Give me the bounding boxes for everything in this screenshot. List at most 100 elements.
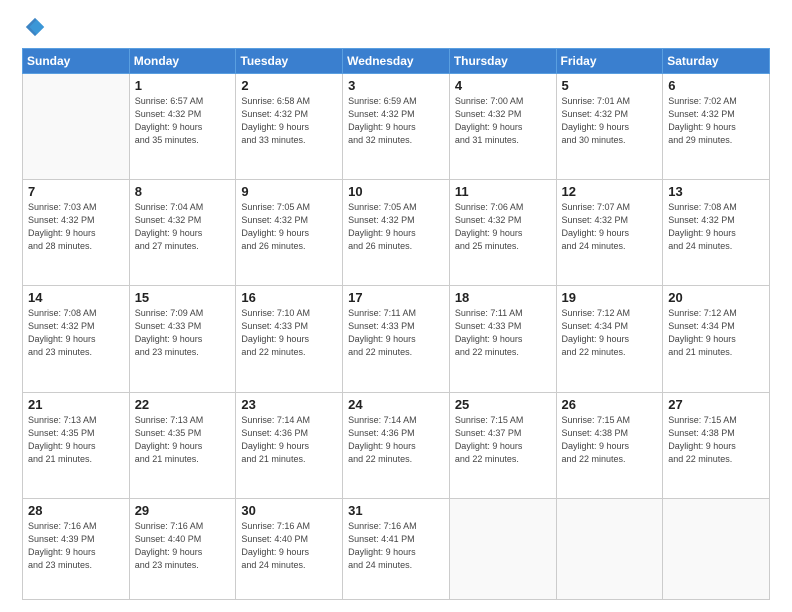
day-info: Sunrise: 7:08 AMSunset: 4:32 PMDaylight:… <box>668 201 764 253</box>
calendar-cell: 17Sunrise: 7:11 AMSunset: 4:33 PMDayligh… <box>343 286 450 392</box>
weekday-header-sunday: Sunday <box>23 49 130 74</box>
day-info: Sunrise: 7:00 AMSunset: 4:32 PMDaylight:… <box>455 95 551 147</box>
day-number: 11 <box>455 184 551 199</box>
calendar-cell: 30 Sunrise: 7:16 AMSunset: 4:40 PMDayligh… <box>236 498 343 599</box>
day-number: 13 <box>668 184 764 199</box>
day-info: Sunrise: 7:05 AMSunset: 4:32 PMDaylight:… <box>241 201 337 253</box>
day-number: 28 <box>28 503 124 518</box>
calendar-cell: 25Sunrise: 7:15 AMSunset: 4:37 PMDayligh… <box>449 392 556 498</box>
calendar-cell: 22 Sunrise: 7:13 AMSunset: 4:35 PMDayligh… <box>129 392 236 498</box>
day-info: Sunrise: 7:10 AMSunset: 4:33 PMDaylight:… <box>241 307 337 359</box>
day-number: 21 <box>28 397 124 412</box>
calendar-week-row: 7Sunrise: 7:03 AMSunset: 4:32 PMDaylight… <box>23 180 770 286</box>
day-number: 20 <box>668 290 764 305</box>
calendar-cell: 7Sunrise: 7:03 AMSunset: 4:32 PMDaylight… <box>23 180 130 286</box>
calendar-cell: 14 Sunrise: 7:08 AMSunset: 4:32 PMDayligh… <box>23 286 130 392</box>
calendar-cell: 8 Sunrise: 7:04 AMSunset: 4:32 PMDaylight… <box>129 180 236 286</box>
day-info: Sunrise: 7:03 AMSunset: 4:32 PMDaylight:… <box>28 201 124 253</box>
calendar-cell: 15 Sunrise: 7:09 AMSunset: 4:33 PMDayligh… <box>129 286 236 392</box>
calendar-cell: 29Sunrise: 7:16 AMSunset: 4:40 PMDayligh… <box>129 498 236 599</box>
calendar-cell <box>449 498 556 599</box>
weekday-header-saturday: Saturday <box>663 49 770 74</box>
calendar-cell: 24Sunrise: 7:14 AMSunset: 4:36 PMDayligh… <box>343 392 450 498</box>
day-info: Sunrise: 7:15 AMSunset: 4:37 PMDaylight:… <box>455 414 551 466</box>
calendar-cell: 20 Sunrise: 7:12 AMSunset: 4:34 PMDayligh… <box>663 286 770 392</box>
weekday-header-wednesday: Wednesday <box>343 49 450 74</box>
day-info: Sunrise: 7:04 AMSunset: 4:32 PMDaylight:… <box>135 201 231 253</box>
day-number: 2 <box>241 78 337 93</box>
day-number: 12 <box>562 184 658 199</box>
day-info: Sunrise: 7:12 AMSunset: 4:34 PMDaylight:… <box>562 307 658 359</box>
day-number: 31 <box>348 503 444 518</box>
calendar-cell: 16 Sunrise: 7:10 AMSunset: 4:33 PMDayligh… <box>236 286 343 392</box>
calendar-cell: 4 Sunrise: 7:00 AMSunset: 4:32 PMDaylight… <box>449 74 556 180</box>
day-info: Sunrise: 7:01 AMSunset: 4:32 PMDaylight:… <box>562 95 658 147</box>
day-number: 5 <box>562 78 658 93</box>
calendar-cell: 10 Sunrise: 7:05 AMSunset: 4:32 PMDayligh… <box>343 180 450 286</box>
calendar-cell: 18 Sunrise: 7:11 AMSunset: 4:33 PMDayligh… <box>449 286 556 392</box>
day-info: Sunrise: 7:11 AMSunset: 4:33 PMDaylight:… <box>348 307 444 359</box>
weekday-header-friday: Friday <box>556 49 663 74</box>
day-number: 19 <box>562 290 658 305</box>
day-number: 23 <box>241 397 337 412</box>
day-number: 9 <box>241 184 337 199</box>
logo <box>22 18 46 38</box>
day-number: 10 <box>348 184 444 199</box>
day-number: 27 <box>668 397 764 412</box>
day-info: Sunrise: 7:16 AMSunset: 4:40 PMDaylight:… <box>241 520 337 572</box>
day-number: 22 <box>135 397 231 412</box>
logo-icon <box>24 16 46 38</box>
calendar-cell: 11 Sunrise: 7:06 AMSunset: 4:32 PMDayligh… <box>449 180 556 286</box>
weekday-header-row: SundayMondayTuesdayWednesdayThursdayFrid… <box>23 49 770 74</box>
day-info: Sunrise: 7:06 AMSunset: 4:32 PMDaylight:… <box>455 201 551 253</box>
calendar-cell: 31 Sunrise: 7:16 AMSunset: 4:41 PMDayligh… <box>343 498 450 599</box>
day-info: Sunrise: 7:02 AMSunset: 4:32 PMDaylight:… <box>668 95 764 147</box>
day-info: Sunrise: 6:59 AMSunset: 4:32 PMDaylight:… <box>348 95 444 147</box>
calendar-cell <box>23 74 130 180</box>
day-info: Sunrise: 7:05 AMSunset: 4:32 PMDaylight:… <box>348 201 444 253</box>
calendar-week-row: 1Sunrise: 6:57 AMSunset: 4:32 PMDaylight… <box>23 74 770 180</box>
day-info: Sunrise: 7:08 AMSunset: 4:32 PMDaylight:… <box>28 307 124 359</box>
day-number: 26 <box>562 397 658 412</box>
day-number: 6 <box>668 78 764 93</box>
day-number: 1 <box>135 78 231 93</box>
calendar-cell <box>556 498 663 599</box>
calendar-cell: 23 Sunrise: 7:14 AMSunset: 4:36 PMDayligh… <box>236 392 343 498</box>
calendar-cell: 5 Sunrise: 7:01 AMSunset: 4:32 PMDaylight… <box>556 74 663 180</box>
day-number: 16 <box>241 290 337 305</box>
day-info: Sunrise: 7:07 AMSunset: 4:32 PMDaylight:… <box>562 201 658 253</box>
day-number: 30 <box>241 503 337 518</box>
day-info: Sunrise: 7:14 AMSunset: 4:36 PMDaylight:… <box>348 414 444 466</box>
calendar-cell: 12 Sunrise: 7:07 AMSunset: 4:32 PMDayligh… <box>556 180 663 286</box>
day-number: 4 <box>455 78 551 93</box>
day-number: 29 <box>135 503 231 518</box>
day-number: 15 <box>135 290 231 305</box>
calendar-table: SundayMondayTuesdayWednesdayThursdayFrid… <box>22 48 770 600</box>
day-number: 3 <box>348 78 444 93</box>
weekday-header-thursday: Thursday <box>449 49 556 74</box>
day-info: Sunrise: 7:12 AMSunset: 4:34 PMDaylight:… <box>668 307 764 359</box>
day-info: Sunrise: 7:13 AMSunset: 4:35 PMDaylight:… <box>28 414 124 466</box>
day-info: Sunrise: 7:14 AMSunset: 4:36 PMDaylight:… <box>241 414 337 466</box>
calendar-cell: 2 Sunrise: 6:58 AMSunset: 4:32 PMDaylight… <box>236 74 343 180</box>
day-info: Sunrise: 7:13 AMSunset: 4:35 PMDaylight:… <box>135 414 231 466</box>
day-info: Sunrise: 7:15 AMSunset: 4:38 PMDaylight:… <box>668 414 764 466</box>
day-info: Sunrise: 7:09 AMSunset: 4:33 PMDaylight:… <box>135 307 231 359</box>
calendar-week-row: 28 Sunrise: 7:16 AMSunset: 4:39 PMDayligh… <box>23 498 770 599</box>
weekday-header-tuesday: Tuesday <box>236 49 343 74</box>
calendar-cell: 21 Sunrise: 7:13 AMSunset: 4:35 PMDayligh… <box>23 392 130 498</box>
day-info: Sunrise: 6:58 AMSunset: 4:32 PMDaylight:… <box>241 95 337 147</box>
day-info: Sunrise: 7:16 AMSunset: 4:39 PMDaylight:… <box>28 520 124 572</box>
calendar-cell: 13 Sunrise: 7:08 AMSunset: 4:32 PMDayligh… <box>663 180 770 286</box>
calendar-page: SundayMondayTuesdayWednesdayThursdayFrid… <box>0 0 792 612</box>
day-number: 8 <box>135 184 231 199</box>
day-info: Sunrise: 7:15 AMSunset: 4:38 PMDaylight:… <box>562 414 658 466</box>
header <box>22 18 770 38</box>
calendar-cell: 6 Sunrise: 7:02 AMSunset: 4:32 PMDaylight… <box>663 74 770 180</box>
calendar-cell: 9 Sunrise: 7:05 AMSunset: 4:32 PMDaylight… <box>236 180 343 286</box>
calendar-week-row: 21 Sunrise: 7:13 AMSunset: 4:35 PMDayligh… <box>23 392 770 498</box>
day-info: Sunrise: 7:16 AMSunset: 4:41 PMDaylight:… <box>348 520 444 572</box>
day-info: Sunrise: 7:11 AMSunset: 4:33 PMDaylight:… <box>455 307 551 359</box>
day-number: 14 <box>28 290 124 305</box>
day-number: 18 <box>455 290 551 305</box>
